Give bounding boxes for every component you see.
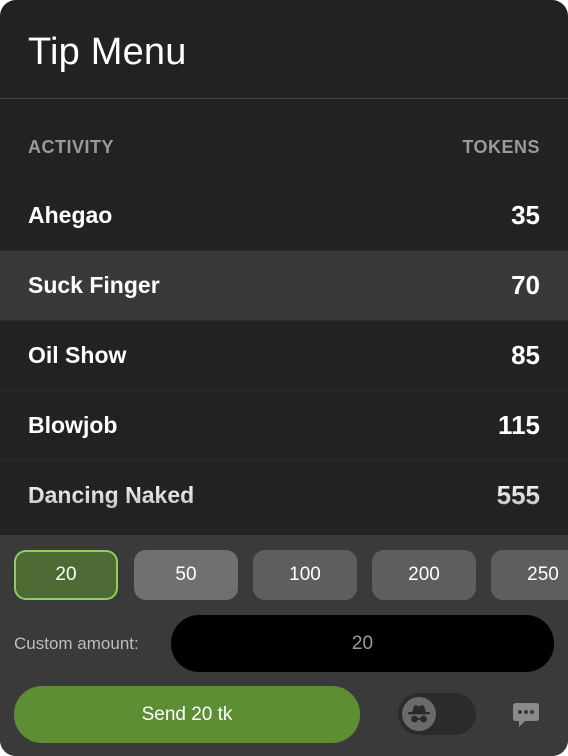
chat-bubble-icon[interactable] <box>511 701 541 729</box>
tip-row-tokens: 85 <box>511 340 540 370</box>
tip-row-tokens: 555 <box>496 480 540 510</box>
tip-row-tokens: 70 <box>511 270 540 300</box>
send-tip-button[interactable]: Send 20 tk <box>14 686 360 743</box>
tip-menu-panel: Tip Menu ACTIVITY TOKENS Ahegao 35 Suck … <box>0 0 568 756</box>
tip-row-blowjob[interactable]: Blowjob 115 <box>0 391 568 461</box>
tip-row-suck-finger[interactable]: Suck Finger 70 <box>0 251 568 321</box>
tip-row-tokens: 35 <box>511 200 540 230</box>
tip-row-name: Dancing Naked <box>28 482 195 508</box>
tip-row-name: Suck Finger <box>28 272 160 298</box>
tip-row-dancing-naked[interactable]: Dancing Naked 555 <box>0 461 568 531</box>
amount-button-250[interactable]: 250 <box>491 550 568 600</box>
amount-button-20[interactable]: 20 <box>14 550 118 600</box>
tip-row-name: Ahegao <box>28 202 113 228</box>
amount-button-100[interactable]: 100 <box>253 550 357 600</box>
tip-row-ahegao[interactable]: Ahegao 35 <box>0 181 568 251</box>
tip-row-name: Blowjob <box>28 412 118 438</box>
tip-list: Ahegao 35 Suck Finger 70 Oil Show 85 Blo… <box>0 181 568 531</box>
custom-amount-input[interactable] <box>171 615 554 672</box>
toggle-knob <box>402 697 436 731</box>
amount-button-200[interactable]: 200 <box>372 550 476 600</box>
incognito-icon <box>408 705 430 723</box>
tip-controls: 20 50 100 200 250 Custom amount: Send 20… <box>0 535 568 756</box>
page-title: Tip Menu <box>28 30 187 73</box>
column-header-tokens: TOKENS <box>462 136 540 157</box>
header: Tip Menu <box>0 0 568 99</box>
custom-amount-label: Custom amount: <box>14 634 139 653</box>
column-header-activity: ACTIVITY <box>28 136 115 157</box>
amount-presets: 20 50 100 200 250 <box>14 550 568 600</box>
anonymous-toggle[interactable] <box>398 693 476 735</box>
tip-row-oil-show[interactable]: Oil Show 85 <box>0 321 568 391</box>
tip-row-name: Oil Show <box>28 342 127 368</box>
amount-button-50[interactable]: 50 <box>134 550 238 600</box>
tip-row-tokens: 115 <box>498 410 540 440</box>
